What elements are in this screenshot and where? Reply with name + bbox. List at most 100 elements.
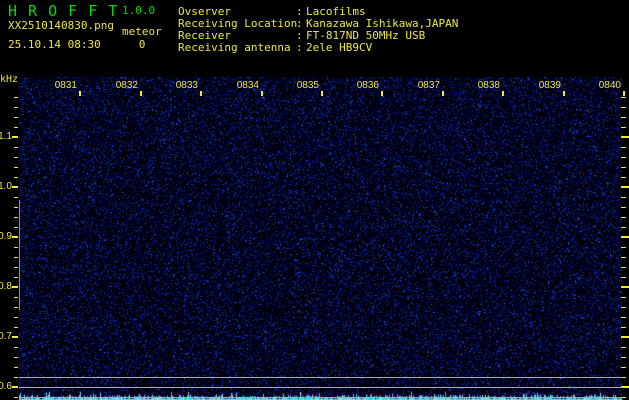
time-tick xyxy=(79,91,81,96)
freq-minor-tick-right xyxy=(621,107,626,108)
freq-minor-tick-right xyxy=(621,367,626,368)
time-tick-label: 0838 xyxy=(474,80,500,91)
freq-minor-tick-right xyxy=(621,347,626,348)
freq-minor-tick-left xyxy=(14,267,18,268)
time-tick-label: 0835 xyxy=(293,80,319,91)
freq-minor-tick-right xyxy=(621,117,626,118)
time-tick xyxy=(381,91,383,96)
time-tick-label: 0834 xyxy=(233,80,259,91)
freq-minor-tick-right xyxy=(621,127,626,128)
time-tick xyxy=(200,91,202,96)
freq-major-tick-right xyxy=(621,286,629,288)
freq-minor-tick-left xyxy=(14,327,18,328)
freq-minor-tick-left xyxy=(14,297,18,298)
reference-line xyxy=(19,397,622,398)
freq-minor-tick-left xyxy=(14,397,18,398)
time-tick xyxy=(563,91,565,96)
freq-minor-tick-right xyxy=(621,217,626,218)
freq-minor-tick-right xyxy=(621,97,626,98)
reference-line xyxy=(19,387,622,388)
freq-minor-tick-right xyxy=(621,267,626,268)
freq-minor-tick-right xyxy=(621,307,626,308)
app-title: H R O F F T xyxy=(8,2,118,20)
freq-minor-tick-left xyxy=(14,207,18,208)
hrofft-screenshot: { "app": { "title": "H R O F F T", "vers… xyxy=(0,0,629,400)
time-tick-label: 0831 xyxy=(51,80,77,91)
freq-minor-tick-right xyxy=(621,317,626,318)
info-label: Receiving antenna xyxy=(178,41,291,54)
freq-minor-tick-left xyxy=(14,227,18,228)
freq-major-tick-left xyxy=(12,286,18,288)
freq-major-tick-left xyxy=(12,236,18,238)
info-row-receiver: Receiver : FT-817ND 50MHz USB xyxy=(178,29,629,41)
freq-minor-tick-right xyxy=(621,297,626,298)
time-tick xyxy=(442,91,444,96)
freq-minor-tick-left xyxy=(14,157,18,158)
freq-minor-tick-left xyxy=(14,217,18,218)
time-tick-label: 0833 xyxy=(172,80,198,91)
freq-minor-tick-left xyxy=(14,147,18,148)
freq-minor-tick-right xyxy=(621,167,626,168)
freq-minor-tick-left xyxy=(14,307,18,308)
freq-minor-tick-right xyxy=(621,207,626,208)
freq-minor-tick-left xyxy=(14,177,18,178)
freq-minor-tick-left xyxy=(14,367,18,368)
freq-minor-tick-left xyxy=(14,197,18,198)
info-row-antenna: Receiving antenna : 2ele HB9CV xyxy=(178,41,629,53)
time-tick-label: 0839 xyxy=(535,80,561,91)
spectrogram-plot: kHz 1.1 1.0 0.9 0.8 0.7 0.6 0831 0832 0833 0834 08… xyxy=(0,70,629,400)
edge-marker xyxy=(19,200,20,310)
freq-major-tick-right xyxy=(621,236,629,238)
freq-major-tick-left xyxy=(12,186,18,188)
output-file-name: XX2510140830.png xyxy=(8,19,114,32)
freq-tick-label: 0.7 xyxy=(0,331,12,342)
freq-tick-label: 1.1 xyxy=(0,131,12,142)
freq-minor-tick-right xyxy=(621,327,626,328)
time-tick-label: 0840 xyxy=(595,80,621,91)
frequency-axis-unit: kHz xyxy=(0,74,18,85)
freq-tick-label: 0.9 xyxy=(0,231,12,242)
time-tick xyxy=(140,91,142,96)
freq-tick-label: 1.0 xyxy=(0,181,12,192)
freq-minor-tick-right xyxy=(621,247,626,248)
freq-major-tick-left xyxy=(12,136,18,138)
info-value: 2ele HB9CV xyxy=(306,41,372,54)
freq-minor-tick-left xyxy=(14,247,18,248)
app-version: 1.0.0 xyxy=(122,4,155,17)
freq-minor-tick-right xyxy=(621,157,626,158)
freq-minor-tick-left xyxy=(14,277,18,278)
freq-major-tick-left xyxy=(12,386,18,388)
time-tick xyxy=(623,91,625,96)
freq-minor-tick-left xyxy=(14,347,18,348)
freq-major-tick-right xyxy=(621,186,629,188)
freq-minor-tick-right xyxy=(621,177,626,178)
freq-major-tick-right xyxy=(621,136,629,138)
time-tick xyxy=(261,91,263,96)
freq-major-tick-right xyxy=(621,336,629,338)
time-tick xyxy=(321,91,323,96)
meteor-count-value: 0 xyxy=(134,38,150,51)
time-tick xyxy=(502,91,504,96)
freq-minor-tick-left xyxy=(14,167,18,168)
freq-minor-tick-right xyxy=(621,227,626,228)
observation-mode-label: meteor xyxy=(122,25,162,38)
freq-minor-tick-right xyxy=(621,357,626,358)
freq-tick-label: 0.6 xyxy=(0,381,12,392)
freq-minor-tick-right xyxy=(621,197,626,198)
freq-minor-tick-left xyxy=(14,117,18,118)
time-tick-label: 0836 xyxy=(353,80,379,91)
freq-minor-tick-left xyxy=(14,107,18,108)
freq-major-tick-left xyxy=(12,336,18,338)
freq-minor-tick-left xyxy=(14,127,18,128)
freq-minor-tick-left xyxy=(14,377,18,378)
observation-datetime: 25.10.14 08:30 xyxy=(8,38,101,51)
info-row-observer: Ovserver : Lacofilms xyxy=(178,5,629,17)
time-tick-label: 0832 xyxy=(112,80,138,91)
freq-minor-tick-left xyxy=(14,357,18,358)
freq-minor-tick-right xyxy=(621,147,626,148)
time-tick-label: 0837 xyxy=(414,80,440,91)
freq-tick-label: 0.8 xyxy=(0,281,12,292)
freq-minor-tick-left xyxy=(14,317,18,318)
freq-minor-tick-left xyxy=(14,257,18,258)
info-row-location: Receiving Location : Kanazawa Ishikawa,J… xyxy=(178,17,629,29)
